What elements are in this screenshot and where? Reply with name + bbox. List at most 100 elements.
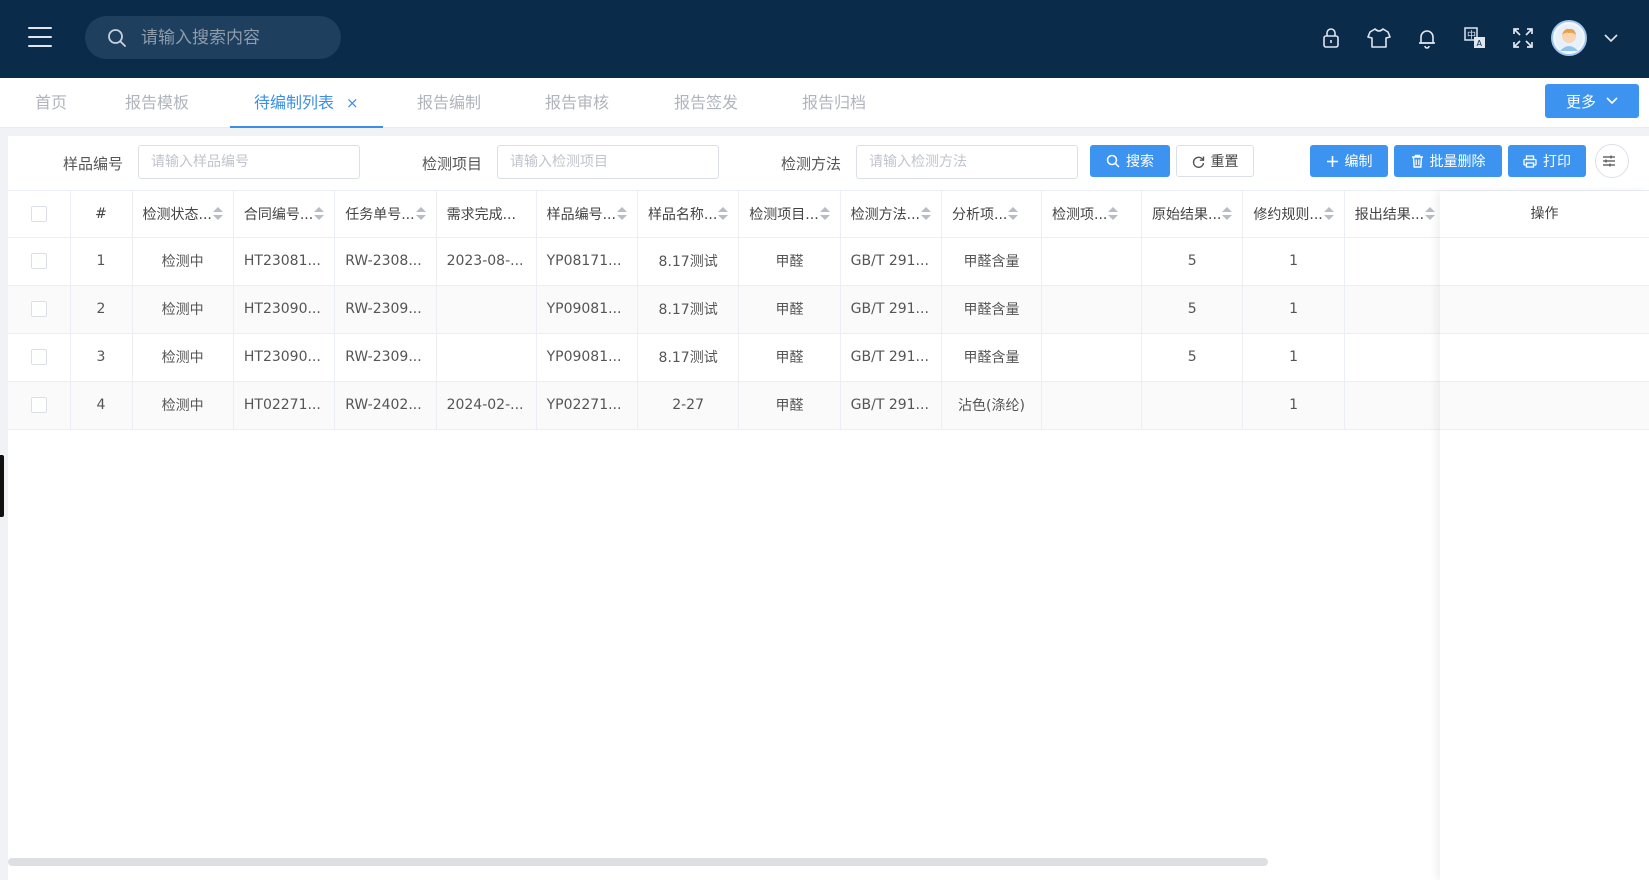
row-select-cell — [8, 381, 71, 430]
column-settings-button[interactable] — [1595, 144, 1629, 178]
search-button-label: 搜索 — [1126, 154, 1154, 170]
sort-icon[interactable] — [921, 206, 932, 221]
global-search-input[interactable] — [141, 27, 331, 48]
close-icon[interactable]: × — [346, 94, 359, 112]
tab-home[interactable]: 首页 — [35, 78, 67, 128]
sort-icon[interactable] — [212, 206, 223, 221]
col-analysis-item[interactable]: 分析项... — [941, 191, 1043, 238]
table-row[interactable]: 1 检测中 HT23081... RW-2308... 2023-08-... … — [8, 237, 1447, 286]
bell-icon[interactable] — [1403, 18, 1451, 58]
sort-icon[interactable] — [1008, 206, 1019, 221]
sort-icon[interactable] — [1425, 206, 1436, 221]
sort-icon[interactable] — [616, 206, 627, 221]
cell-sample-name: 8.17测试 — [637, 285, 740, 334]
cell-test-method: GB/T 291... — [840, 237, 943, 286]
col-sample-name[interactable]: 样品名称... — [637, 191, 740, 238]
cell-test-item: 甲醛 — [738, 285, 841, 334]
cell-status: 检测中 — [132, 237, 234, 286]
sample-no-input[interactable] — [138, 145, 360, 179]
more-button[interactable]: 更多 — [1545, 84, 1639, 118]
menu-icon[interactable] — [28, 27, 52, 47]
col-sample-no[interactable]: 样品编号... — [536, 191, 638, 238]
filter-row: 样品编号 检测项目 检测方法 搜索 重置 编制 批量删除 打印 — [8, 136, 1649, 190]
col-label: 检测项目... — [749, 206, 819, 223]
test-item-input[interactable] — [497, 145, 719, 179]
col-task-no[interactable]: 任务单号... — [334, 191, 437, 238]
col-label: 样品名称... — [647, 206, 718, 223]
cell-test-field — [1041, 333, 1143, 382]
reset-button[interactable]: 重置 — [1176, 145, 1254, 177]
row-checkbox[interactable] — [30, 397, 47, 413]
search-icon — [108, 28, 126, 47]
edit-button-label: 编制 — [1344, 154, 1373, 170]
cell-analysis-item: 甲醛含量 — [941, 333, 1043, 382]
table-row[interactable]: 2 检测中 HT23090... RW-2309... YP09081... 8… — [8, 285, 1447, 334]
cell-test-method: GB/T 291... — [840, 381, 943, 430]
row-checkbox[interactable] — [30, 253, 47, 269]
tab-report-archive[interactable]: 报告归档 — [802, 78, 866, 128]
col-rounding-rule[interactable]: 修约规则... — [1242, 191, 1345, 238]
col-reported-result[interactable]: 报出结果... — [1344, 191, 1447, 238]
col-label: 任务单号... — [345, 206, 415, 223]
col-raw-result[interactable]: 原始结果... — [1141, 191, 1244, 238]
search-button[interactable]: 搜索 — [1090, 145, 1170, 177]
avatar[interactable] — [1551, 20, 1587, 56]
sort-icon[interactable] — [718, 206, 729, 221]
fullscreen-icon[interactable] — [1499, 18, 1547, 58]
sort-icon[interactable] — [819, 206, 830, 221]
tab-pending-list[interactable]: 待编制列表 × — [230, 78, 383, 128]
col-contract-no[interactable]: 合同编号... — [233, 191, 336, 238]
table-row[interactable]: 4 检测中 HT02271... RW-2402... 2024-02-... … — [8, 381, 1447, 430]
test-method-input[interactable] — [856, 145, 1078, 179]
tab-label: 报告编制 — [417, 93, 482, 112]
reset-button-label: 重置 — [1210, 154, 1239, 170]
edit-button[interactable]: 编制 — [1310, 145, 1388, 177]
print-button[interactable]: 打印 — [1508, 145, 1586, 177]
row-checkbox[interactable] — [30, 349, 47, 365]
col-test-item[interactable]: 检测项目... — [738, 191, 841, 238]
cell-sample-no: YP08171... — [536, 237, 638, 286]
cell-raw-result — [1141, 381, 1244, 430]
sort-icon[interactable] — [1222, 206, 1233, 221]
shirt-icon[interactable] — [1355, 18, 1403, 58]
tab-bar: 首页 报告模板 待编制列表 × 报告编制 报告审核 报告签发 报告归档 更多 — [0, 78, 1649, 128]
print-button-label: 打印 — [1543, 154, 1571, 170]
row-select-cell — [8, 333, 71, 382]
global-search[interactable] — [85, 16, 341, 59]
sort-icon[interactable] — [415, 206, 426, 221]
col-status[interactable]: 检测状态... — [132, 191, 234, 238]
row-checkbox[interactable] — [30, 301, 47, 317]
col-test-method[interactable]: 检测方法... — [840, 191, 943, 238]
actions-cell — [1440, 286, 1649, 334]
cell-reported-result — [1344, 285, 1447, 334]
batch-delete-button[interactable]: 批量删除 — [1394, 145, 1502, 177]
horizontal-scrollbar[interactable] — [8, 858, 1268, 866]
cell-due-date — [436, 333, 537, 382]
tab-report-review[interactable]: 报告审核 — [545, 78, 609, 128]
col-label: 原始结果... — [1152, 206, 1222, 223]
actions-cell — [1440, 334, 1649, 382]
table-row[interactable]: 3 检测中 HT23090... RW-2309... YP09081... 8… — [8, 333, 1447, 382]
col-actions: 操作 — [1440, 191, 1649, 238]
translate-icon[interactable]: 中A — [1451, 18, 1499, 58]
col-test-field[interactable]: 检测项... — [1041, 191, 1143, 238]
sort-icon[interactable] — [1108, 206, 1119, 221]
sidebar-drag-handle[interactable] — [0, 455, 4, 517]
col-label: 分析项... — [952, 206, 1008, 223]
lock-icon[interactable] — [1307, 18, 1355, 58]
cell-contract-no: HT02271... — [233, 381, 336, 430]
table-header-row: # 检测状态... 合同编号... 任务单号... 需求完成... 样品编号..… — [8, 191, 1447, 238]
col-label: 检测方法... — [850, 206, 921, 223]
cell-sample-no: YP09081... — [536, 285, 638, 334]
cell-task-no: RW-2309... — [334, 333, 437, 382]
tab-report-template[interactable]: 报告模板 — [125, 78, 189, 128]
tab-report-compile[interactable]: 报告编制 — [417, 78, 481, 128]
cell-test-field — [1041, 381, 1143, 430]
cell-reported-result — [1344, 381, 1447, 430]
tab-report-sign[interactable]: 报告签发 — [674, 78, 738, 128]
sort-icon[interactable] — [314, 206, 325, 221]
select-all-checkbox[interactable] — [30, 205, 47, 222]
cell-test-item: 甲醛 — [738, 381, 841, 430]
chevron-down-icon[interactable] — [1601, 28, 1621, 48]
sort-icon[interactable] — [1323, 206, 1334, 221]
